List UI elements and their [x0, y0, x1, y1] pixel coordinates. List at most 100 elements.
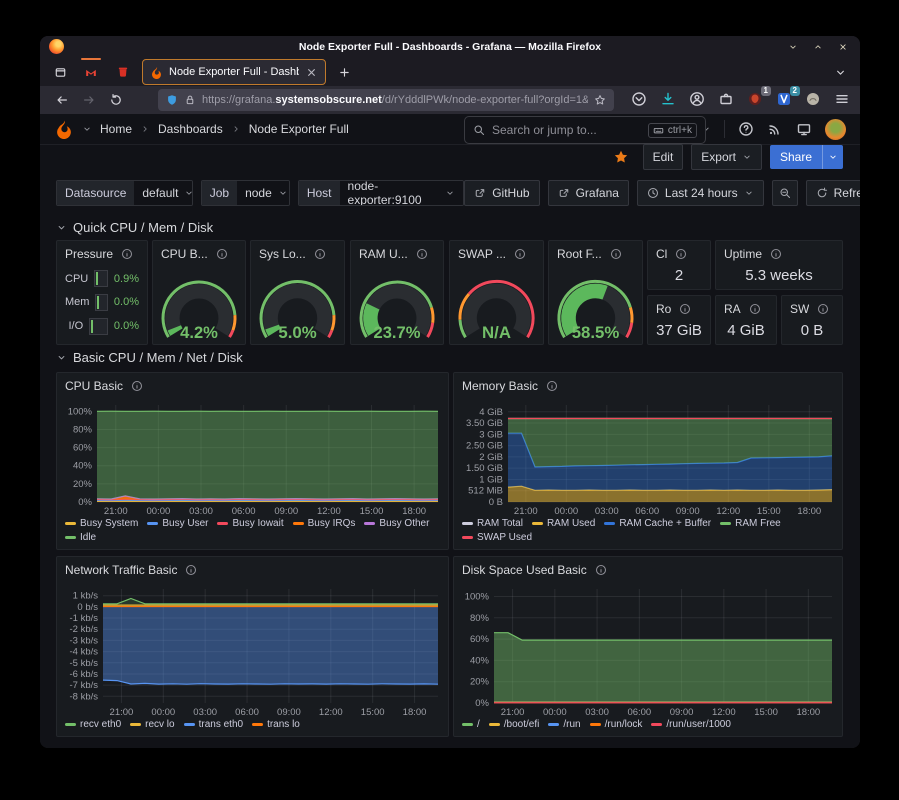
panel-info-icon[interactable]: [185, 564, 197, 576]
panel-info-icon[interactable]: [679, 303, 691, 315]
github-link-button[interactable]: GitHub: [464, 180, 539, 206]
panel-info-icon[interactable]: [514, 248, 526, 260]
panel-info-icon[interactable]: [749, 303, 761, 315]
extension-3-button[interactable]: [805, 91, 823, 109]
panel-ram-used-gauge[interactable]: RAM U... 23.7%: [350, 240, 444, 345]
new-tab-button[interactable]: [332, 61, 356, 83]
window-titlebar[interactable]: Node Exporter Full - Dashboards - Grafan…: [40, 36, 860, 58]
maximize-button-icon[interactable]: [813, 42, 823, 52]
panel-cpu-busy-gauge[interactable]: CPU B... 4.2%: [152, 240, 246, 345]
legend-item[interactable]: trans lo: [252, 719, 300, 730]
share-menu-button[interactable]: [822, 145, 843, 169]
extension-2-button[interactable]: 2: [776, 91, 794, 109]
panel-cpu-basic[interactable]: CPU Basic 100%80%60%40%20%0%21:0000:0003…: [56, 372, 449, 550]
legend-item[interactable]: Busy System: [65, 518, 138, 529]
export-button[interactable]: Export: [691, 144, 762, 170]
panel-info-icon[interactable]: [216, 248, 228, 260]
panel-pressure[interactable]: Pressure CPU0.9%Mem0.0%I/O0.0%: [56, 240, 148, 345]
pinned-tab-2[interactable]: [110, 61, 136, 83]
panel-info-icon[interactable]: [121, 248, 133, 260]
edit-button[interactable]: Edit: [643, 144, 684, 170]
lock-icon[interactable]: [184, 94, 196, 106]
back-button[interactable]: [52, 90, 72, 110]
panel-disk-space-used-basic[interactable]: Disk Space Used Basic 100%80%60%40%20%0%…: [453, 556, 843, 737]
chart-plot-area[interactable]: 100%80%60%40%20%0%21:0000:0003:0006:0009…: [59, 399, 444, 517]
legend-item[interactable]: /run/lock: [590, 719, 643, 730]
bookmark-star-icon[interactable]: [594, 94, 606, 106]
panel-memory-basic[interactable]: Memory Basic 4 GiB3.50 GiB3 GiB2.50 GiB2…: [453, 372, 843, 550]
display-icon[interactable]: [796, 121, 812, 137]
breadcrumb-dashboards[interactable]: Dashboards: [158, 122, 223, 136]
news-icon[interactable]: [767, 121, 783, 137]
pocket-button[interactable]: [631, 91, 649, 109]
grafana-link-button[interactable]: Grafana: [548, 180, 629, 206]
time-range-picker[interactable]: Last 24 hours: [637, 180, 764, 206]
help-icon[interactable]: [738, 121, 754, 137]
legend-item[interactable]: /: [462, 719, 480, 730]
panel-network-traffic-basic[interactable]: Network Traffic Basic 1 kb/s0 b/s-1 kb/s…: [56, 556, 449, 737]
menu-button[interactable]: [834, 91, 852, 109]
nav-chevron-icon[interactable]: [82, 124, 92, 134]
refresh-button[interactable]: Refresh1m: [806, 180, 860, 206]
legend-item[interactable]: RAM Cache + Buffer: [604, 518, 711, 529]
panel-info-icon[interactable]: [770, 248, 782, 260]
panel-cpu-cores[interactable]: Cl 2: [647, 240, 711, 290]
favorite-star-icon[interactable]: [613, 149, 629, 165]
breadcrumb-home[interactable]: Home: [100, 122, 132, 136]
legend-item[interactable]: recv lo: [130, 719, 174, 730]
legend-item[interactable]: Idle: [65, 532, 96, 543]
panel-info-icon[interactable]: [675, 248, 687, 260]
close-window-icon[interactable]: [838, 42, 848, 52]
host-picker[interactable]: Host node-exporter:9100: [298, 180, 464, 206]
panel-swap-used-gauge[interactable]: SWAP ... N/A: [449, 240, 544, 345]
panel-ram-total[interactable]: RA 4 GiB: [715, 295, 777, 345]
legend-item[interactable]: RAM Used: [532, 518, 595, 529]
panel-uptime[interactable]: Uptime 5.3 weeks: [715, 240, 843, 290]
legend-item[interactable]: RAM Total: [462, 518, 523, 529]
panel-info-icon[interactable]: [610, 248, 622, 260]
search-input[interactable]: Search or jump to... ctrl+k: [464, 116, 706, 144]
datasource-picker[interactable]: Datasource default: [56, 180, 193, 206]
panel-swap-total[interactable]: SW 0 B: [781, 295, 843, 345]
panel-info-icon[interactable]: [416, 248, 428, 260]
legend-item[interactable]: /boot/efi: [489, 719, 540, 730]
forward-button[interactable]: [79, 90, 99, 110]
panel-sys-load-gauge[interactable]: Sys Lo... 5.0%: [250, 240, 345, 345]
active-tab[interactable]: Node Exporter Full - Dashbo: [142, 59, 326, 85]
panel-info-icon[interactable]: [314, 248, 326, 260]
minimize-button-icon[interactable]: [788, 42, 798, 52]
panel-info-icon[interactable]: [131, 380, 143, 392]
panel-info-icon[interactable]: [546, 380, 558, 392]
panel-root-fs-gauge[interactable]: Root F... 58.5%: [548, 240, 643, 345]
job-picker[interactable]: Job node: [201, 180, 290, 206]
downloads-button[interactable]: [660, 91, 678, 109]
list-all-tabs-button[interactable]: [828, 61, 852, 83]
legend-item[interactable]: /run: [548, 719, 580, 730]
section-quick-cpu-mem-disk[interactable]: Quick CPU / Mem / Disk: [56, 220, 213, 235]
reload-button[interactable]: [106, 90, 126, 110]
close-tab-icon[interactable]: [305, 66, 318, 79]
legend-item[interactable]: Busy Iowait: [217, 518, 283, 529]
pinned-tab-gmail[interactable]: [78, 61, 104, 83]
extension-1-button[interactable]: 1: [747, 91, 765, 109]
firefox-view-button[interactable]: [48, 61, 72, 83]
grafana-logo-icon[interactable]: [54, 119, 74, 139]
url-bar[interactable]: https://grafana.systemsobscure.net/d/rYd…: [158, 89, 614, 111]
extensions-button[interactable]: [718, 91, 736, 109]
legend-item[interactable]: recv eth0: [65, 719, 121, 730]
panel-info-icon[interactable]: [595, 564, 607, 576]
chart-plot-area[interactable]: 100%80%60%40%20%0%21:0000:0003:0006:0009…: [456, 583, 838, 718]
legend-item[interactable]: trans eth0: [184, 719, 243, 730]
avatar[interactable]: [825, 119, 846, 140]
chart-plot-area[interactable]: 1 kb/s0 b/s-1 kb/s-2 kb/s-3 kb/s-4 kb/s-…: [59, 583, 444, 718]
legend-item[interactable]: Busy Other: [364, 518, 429, 529]
legend-item[interactable]: /run/user/1000: [651, 719, 731, 730]
legend-item[interactable]: RAM Free: [720, 518, 781, 529]
share-button[interactable]: Share: [770, 145, 843, 169]
legend-item[interactable]: SWAP Used: [462, 532, 532, 543]
tracking-shield-icon[interactable]: [166, 94, 178, 106]
zoom-out-button[interactable]: [772, 180, 798, 206]
legend-item[interactable]: Busy IRQs: [293, 518, 356, 529]
panel-info-icon[interactable]: [817, 303, 829, 315]
panel-rootfs-total[interactable]: Ro 37 GiB: [647, 295, 711, 345]
